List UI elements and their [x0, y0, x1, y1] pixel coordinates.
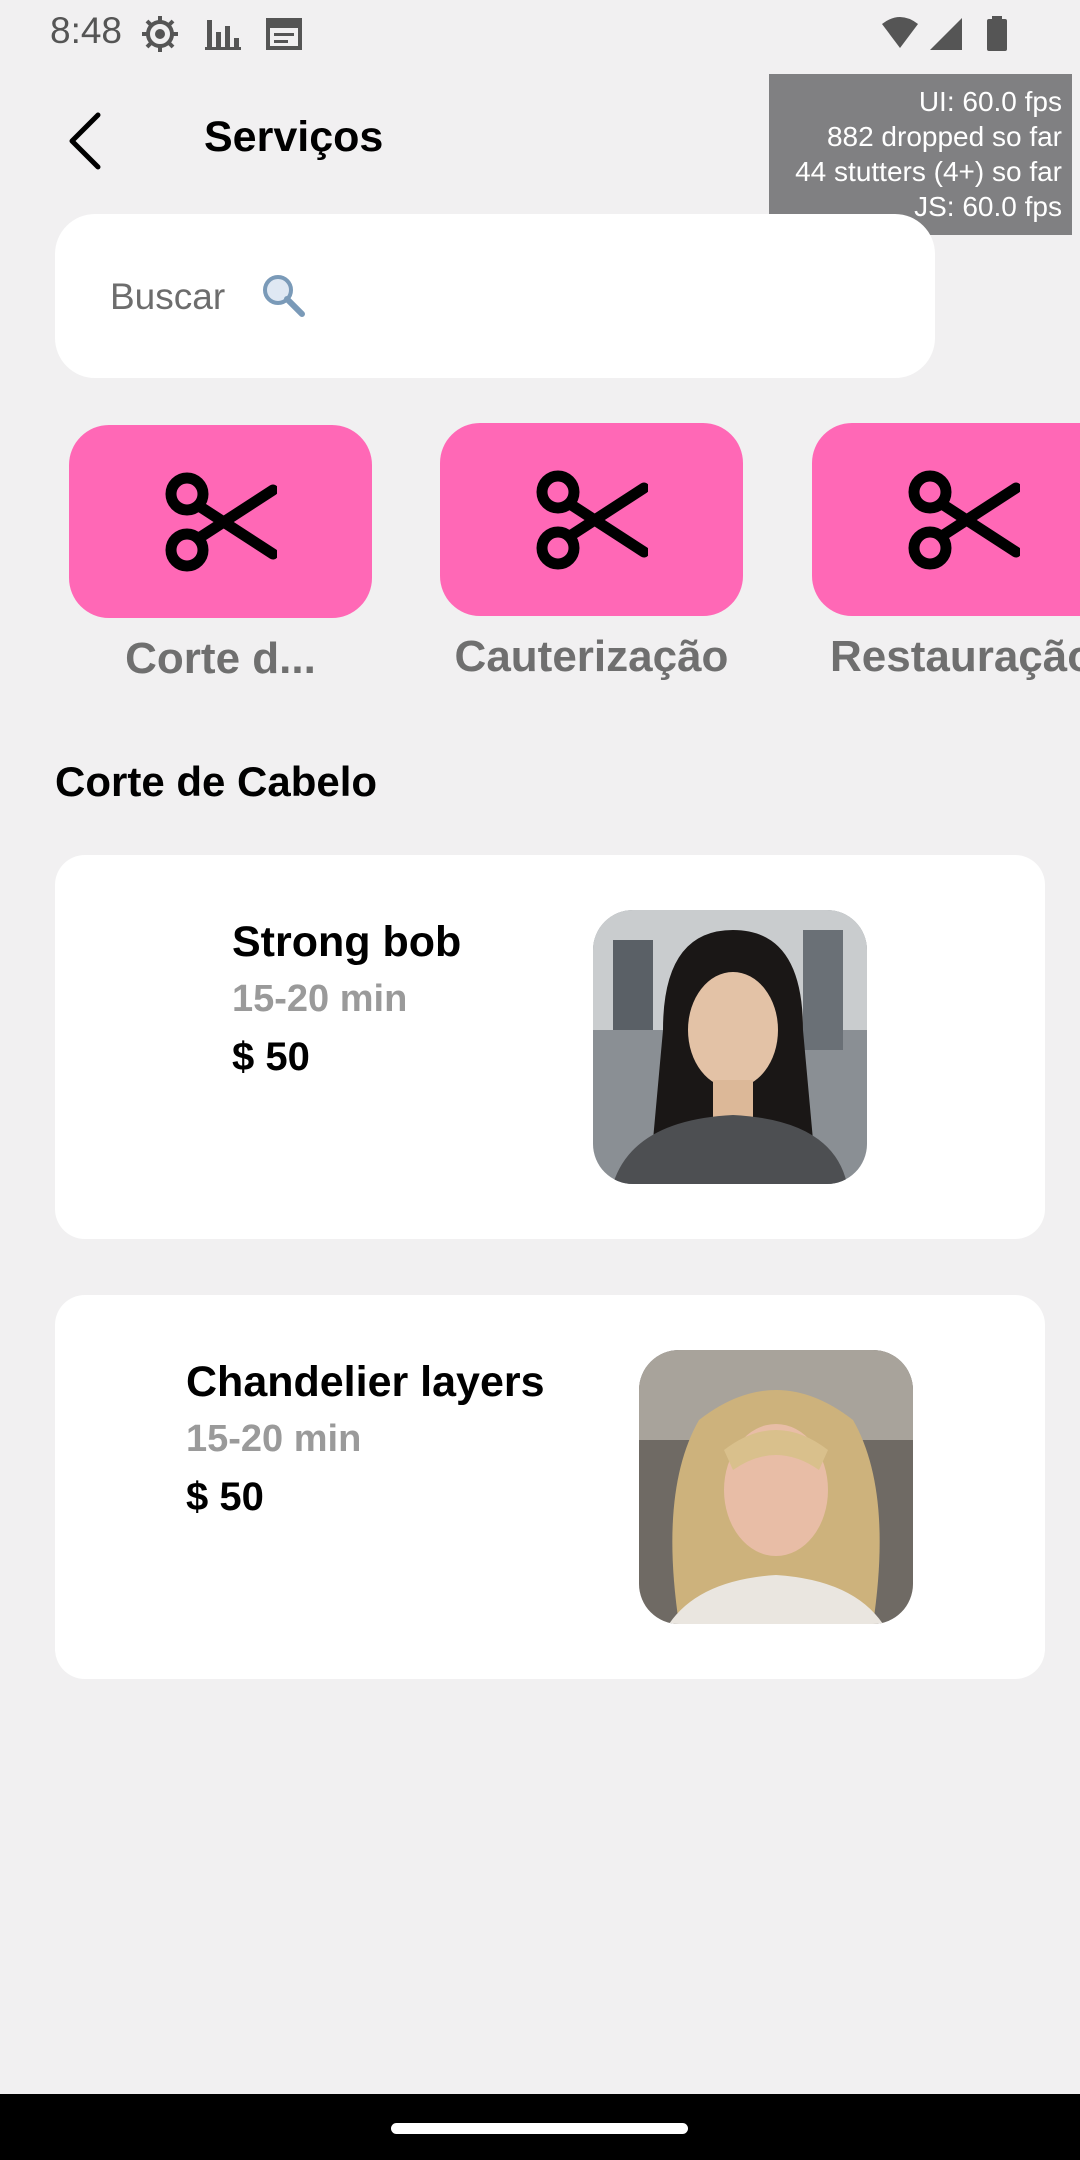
- search-placeholder: Buscar: [110, 276, 226, 317]
- perf-stutters: 44 stutters (4+) so far: [795, 156, 1062, 187]
- category-tile[interactable]: [69, 425, 372, 618]
- service-duration: 15-20 min: [186, 1418, 362, 1460]
- scissors-icon: [908, 470, 1020, 570]
- perf-ui-fps: UI: 60.0 fps: [918, 86, 1062, 117]
- calendar-icon: [266, 18, 302, 50]
- wifi-icon: [882, 17, 918, 48]
- home-gesture-handle[interactable]: [391, 2123, 688, 2134]
- scissors-icon: [536, 470, 648, 570]
- bar-chart-icon: [205, 20, 241, 50]
- category-tile[interactable]: [812, 423, 1080, 616]
- category-cauterizacao[interactable]: Cauterização: [440, 423, 743, 682]
- status-time: 8:48: [50, 10, 123, 51]
- magnifier-icon: [263, 275, 305, 317]
- settings-icon: [142, 16, 178, 52]
- service-photo: [593, 910, 867, 1184]
- service-name: Strong bob: [232, 918, 462, 966]
- category-restauracao[interactable]: Restauração: [812, 423, 1080, 682]
- service-name: Chandelier layers: [186, 1358, 545, 1406]
- section-title: Corte de Cabelo: [55, 758, 378, 805]
- service-photo: [639, 1350, 913, 1624]
- status-bar: 8:48: [0, 0, 1080, 66]
- scissors-icon: [165, 472, 277, 572]
- service-price: $ 50: [186, 1475, 264, 1519]
- perf-dropped: 882 dropped so far: [826, 121, 1062, 152]
- service-price: $ 50: [232, 1035, 310, 1079]
- category-label: Restauração: [830, 632, 1080, 681]
- signal-icon: [930, 18, 962, 50]
- category-corte[interactable]: Corte d...: [69, 425, 372, 684]
- service-card[interactable]: Strong bob 15-20 min $ 50: [55, 855, 1045, 1239]
- page-title: Serviços: [204, 113, 384, 161]
- battery-icon: [987, 16, 1007, 51]
- perf-monitor-overlay: UI: 60.0 fps 882 dropped so far 44 stutt…: [769, 74, 1072, 235]
- category-tile[interactable]: [440, 423, 743, 616]
- category-label: Cauterização: [454, 632, 729, 681]
- back-button[interactable]: [58, 105, 118, 177]
- service-card[interactable]: Chandelier layers 15-20 min $ 50: [55, 1295, 1045, 1679]
- search-input[interactable]: Buscar: [55, 214, 935, 378]
- category-label: Corte d...: [125, 634, 316, 683]
- service-duration: 15-20 min: [232, 978, 408, 1020]
